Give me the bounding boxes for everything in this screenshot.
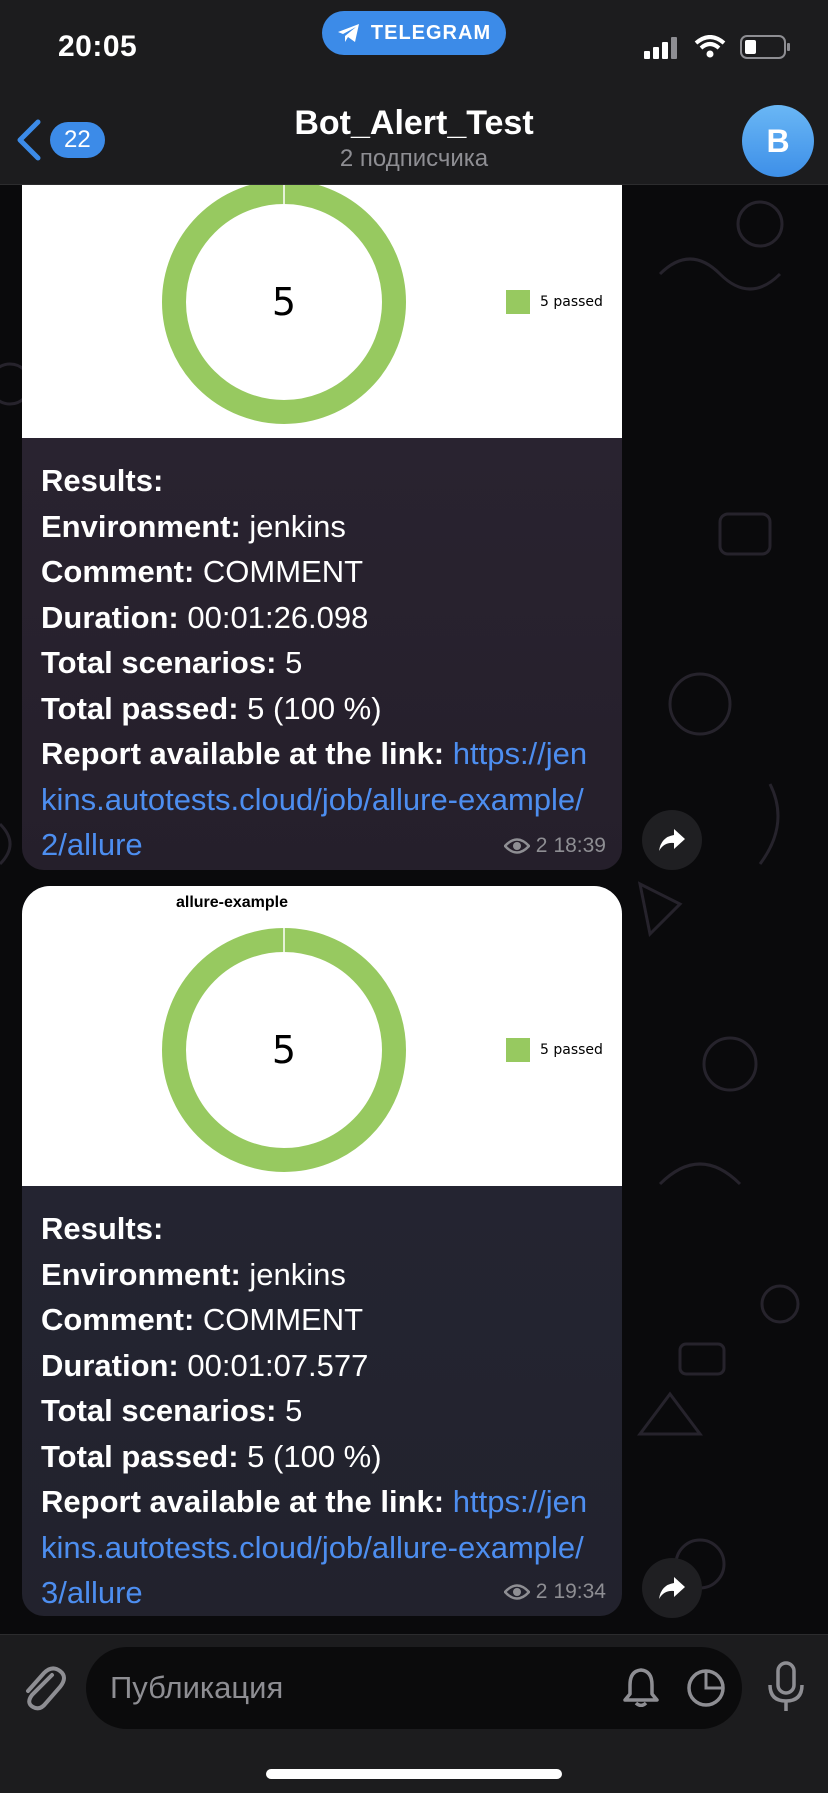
result-line: Results: (41, 458, 604, 504)
chart-image[interactable]: 5 5 passed (22, 152, 622, 438)
chart-legend: 5 passed (506, 1038, 603, 1062)
composer-bar: Публикация (0, 1634, 828, 1793)
legend-swatch (506, 1038, 530, 1062)
result-line: Environment: jenkins (41, 504, 604, 550)
message-input-placeholder: Публикация (110, 1670, 284, 1705)
signal-icon (644, 37, 677, 59)
result-label: Environment: (41, 508, 241, 544)
chart-legend: 5 passed (506, 290, 603, 314)
donut-center-value: 5 (272, 280, 296, 324)
result-value: 5 (285, 645, 303, 680)
message-meta: 2 18:39 (503, 834, 606, 858)
legend-label: 5 passed (540, 294, 603, 310)
view-count: 2 (535, 834, 548, 857)
share-button[interactable] (642, 810, 702, 870)
result-line: Total passed: 5 (100 %) (41, 686, 604, 732)
eye-icon (503, 838, 530, 854)
eye-icon (503, 1584, 530, 1600)
message-time: 18:39 (553, 834, 606, 857)
view-count: 2 (535, 1580, 548, 1603)
legend-swatch (506, 290, 530, 314)
wifi-icon (694, 35, 726, 58)
result-value: COMMENT (202, 1302, 364, 1337)
battery-icon (740, 35, 790, 59)
message-bubble[interactable]: allure-example 5 5 passed Results: Envir… (22, 886, 622, 1616)
app-pill-label: TELEGRAM (370, 21, 492, 44)
return-to-telegram-pill[interactable]: TELEGRAM (322, 11, 506, 55)
donut-center-value: 5 (272, 1028, 296, 1072)
result-line: Environment: jenkins (41, 1252, 604, 1298)
message-text: Results: Environment: jenkins Comment: C… (22, 1186, 622, 1616)
donut-chart: 5 (162, 928, 406, 1172)
report-label: Report available at the link: (41, 1484, 445, 1519)
chat-title[interactable]: Bot_Alert_Test (0, 104, 828, 143)
result-label: Total passed: (41, 1438, 239, 1474)
result-line: Results: (41, 1206, 604, 1252)
result-label: Results: (41, 1211, 164, 1246)
result-label: Results: (41, 463, 164, 498)
message-text: Results: Environment: jenkins Comment: C… (22, 438, 622, 868)
chat-subtitle: 2 подписчика (339, 145, 489, 172)
result-value: 5 (285, 1393, 303, 1428)
avatar-letter: B (766, 122, 790, 159)
share-arrow-icon (659, 829, 685, 851)
result-value: 00:01:26.098 (187, 599, 369, 635)
result-label: Total passed: (41, 690, 239, 726)
result-value: 5 (100 %) (247, 1438, 382, 1474)
avatar[interactable]: B (742, 105, 814, 177)
top-bar: 20:05 TELEGRAM 22 Bot_Alert_Test 2 подпи… (0, 0, 828, 185)
home-indicator (266, 1769, 562, 1779)
schedule-timer-icon[interactable] (686, 1668, 726, 1708)
result-value: COMMENT (202, 554, 364, 589)
message-input[interactable]: Публикация (86, 1647, 742, 1729)
microphone-icon[interactable] (766, 1661, 806, 1715)
result-value: jenkins (249, 1256, 346, 1292)
result-value: 5 (100 %) (247, 690, 382, 726)
result-line: Total passed: 5 (100 %) (41, 1434, 604, 1480)
share-arrow-icon (659, 1577, 685, 1599)
result-label: Total scenarios: (41, 645, 277, 680)
result-line: Duration: 00:01:26.098 (41, 595, 604, 641)
status-time: 20:05 (58, 30, 138, 63)
status-icons (644, 34, 792, 60)
result-line: Duration: 00:01:07.577 (41, 1343, 604, 1389)
report-label: Report available at the link: (41, 736, 445, 771)
legend-label: 5 passed (540, 1042, 603, 1058)
result-line: Total scenarios: 5 (41, 640, 604, 686)
message-bubble[interactable]: 5 5 passed Results: Environment: jenkins… (22, 152, 622, 870)
attach-paperclip-icon[interactable] (18, 1661, 66, 1713)
result-label: Duration: (41, 599, 179, 635)
result-label: Duration: (41, 1347, 179, 1383)
result-value: jenkins (249, 508, 346, 544)
result-label: Environment: (41, 1256, 241, 1292)
share-button[interactable] (642, 1558, 702, 1618)
result-line: Comment: COMMENT (41, 549, 604, 595)
message-meta: 2 19:34 (503, 1580, 606, 1604)
bell-icon[interactable] (622, 1667, 660, 1707)
result-label: Comment: (41, 554, 195, 589)
result-line: Comment: COMMENT (41, 1297, 604, 1343)
result-label: Comment: (41, 1302, 195, 1337)
result-value: 00:01:07.577 (187, 1347, 369, 1383)
result-label: Total scenarios: (41, 1393, 277, 1428)
message-time: 19:34 (553, 1580, 606, 1603)
result-line: Total scenarios: 5 (41, 1388, 604, 1434)
telegram-plane-icon (337, 24, 359, 42)
chart-image[interactable]: allure-example 5 5 passed (22, 886, 622, 1186)
